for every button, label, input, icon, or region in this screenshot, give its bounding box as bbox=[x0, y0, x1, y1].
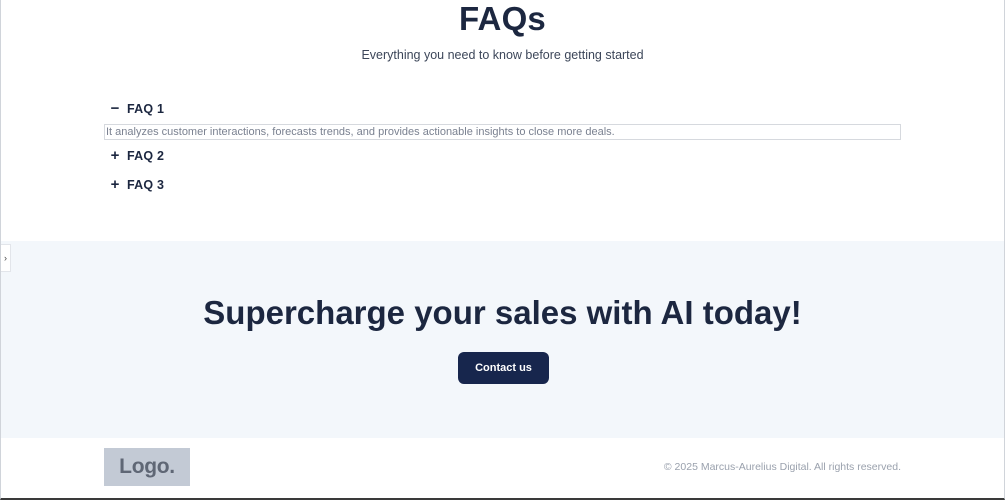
cta-section: Supercharge your sales with AI today! Co… bbox=[1, 241, 1004, 438]
chevron-right-icon: › bbox=[4, 253, 7, 263]
expand-plus-icon: + bbox=[110, 176, 120, 193]
faq-question-label: FAQ 2 bbox=[127, 149, 165, 163]
faq-item-3[interactable]: + FAQ 3 bbox=[110, 176, 164, 194]
faq-section: FAQs Everything you need to know before … bbox=[1, 0, 1004, 241]
footer: Logo. © 2025 Marcus-Aurelius Digital. Al… bbox=[1, 438, 1004, 498]
cta-title: Supercharge your sales with AI today! bbox=[203, 294, 802, 331]
faq-question-label: FAQ 1 bbox=[127, 102, 165, 116]
sidebar-toggle-button[interactable]: › bbox=[1, 244, 11, 272]
contact-us-button[interactable]: Contact us bbox=[458, 352, 549, 384]
logo[interactable]: Logo. bbox=[104, 448, 190, 486]
faq-question-label: FAQ 3 bbox=[127, 178, 165, 192]
faq-answer-1: It analyzes customer interactions, forec… bbox=[104, 124, 901, 140]
copyright-text: © 2025 Marcus-Aurelius Digital. All righ… bbox=[663, 461, 901, 473]
faq-item-1[interactable]: − FAQ 1 bbox=[110, 100, 164, 118]
faq-subtitle: Everything you need to know before getti… bbox=[361, 48, 644, 62]
faq-title: FAQs bbox=[459, 0, 546, 37]
faq-item-2[interactable]: + FAQ 2 bbox=[110, 147, 164, 165]
page: FAQs Everything you need to know before … bbox=[0, 0, 1005, 500]
expand-plus-icon: + bbox=[110, 147, 120, 164]
collapse-minus-icon: − bbox=[110, 100, 120, 117]
